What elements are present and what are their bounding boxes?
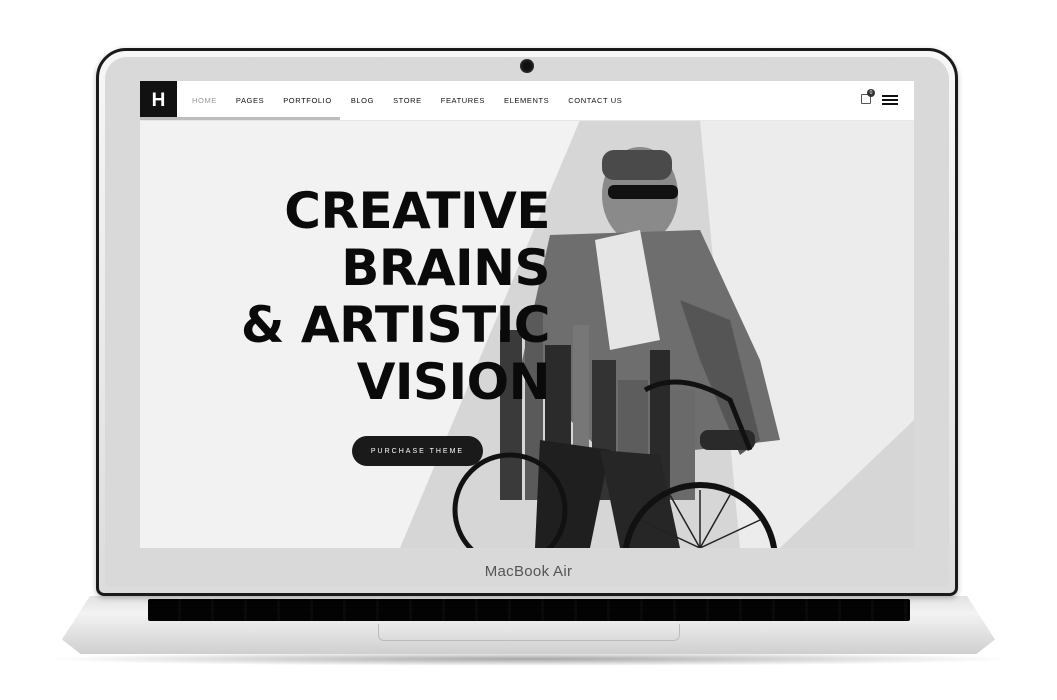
- hero-headline: CREATIVE BRAINS & ARTISTIC VISION: [240, 182, 551, 411]
- top-navigation: H HOME PAGES PORTFOLIO BLOG STORE FEATUR…: [140, 81, 914, 121]
- cart-count-badge: 0: [867, 89, 875, 97]
- laptop-keyboard: [148, 599, 910, 621]
- hamburger-menu-icon[interactable]: [882, 95, 898, 105]
- laptop-hinge-notch: [378, 624, 680, 641]
- nav-item-home[interactable]: HOME: [192, 96, 217, 105]
- headline-line-2: BRAINS: [341, 239, 550, 297]
- nav-item-portfolio[interactable]: PORTFOLIO: [283, 96, 332, 105]
- main-menu: HOME PAGES PORTFOLIO BLOG STORE FEATURES…: [192, 81, 641, 120]
- purchase-theme-button[interactable]: PURCHASE THEME: [352, 436, 483, 466]
- laptop-shadow: [40, 652, 1017, 666]
- nav-item-pages[interactable]: PAGES: [236, 96, 264, 105]
- website-screen: H HOME PAGES PORTFOLIO BLOG STORE FEATUR…: [140, 81, 914, 548]
- headline-line-1: CREATIVE: [284, 182, 550, 240]
- nav-item-blog[interactable]: BLOG: [351, 96, 374, 105]
- nav-loading-bar: [140, 117, 340, 120]
- camera-icon: [520, 59, 534, 73]
- nav-item-features[interactable]: FEATURES: [441, 96, 485, 105]
- headline-line-3: & ARTISTIC: [240, 296, 551, 354]
- headline-line-4: VISION: [356, 353, 551, 411]
- site-logo[interactable]: H: [140, 81, 177, 120]
- nav-item-store[interactable]: STORE: [393, 96, 422, 105]
- nav-item-contact-us[interactable]: CONTACT US: [568, 96, 622, 105]
- device-brand-label: MacBook Air: [484, 563, 573, 580]
- nav-item-elements[interactable]: ELEMENTS: [504, 96, 549, 105]
